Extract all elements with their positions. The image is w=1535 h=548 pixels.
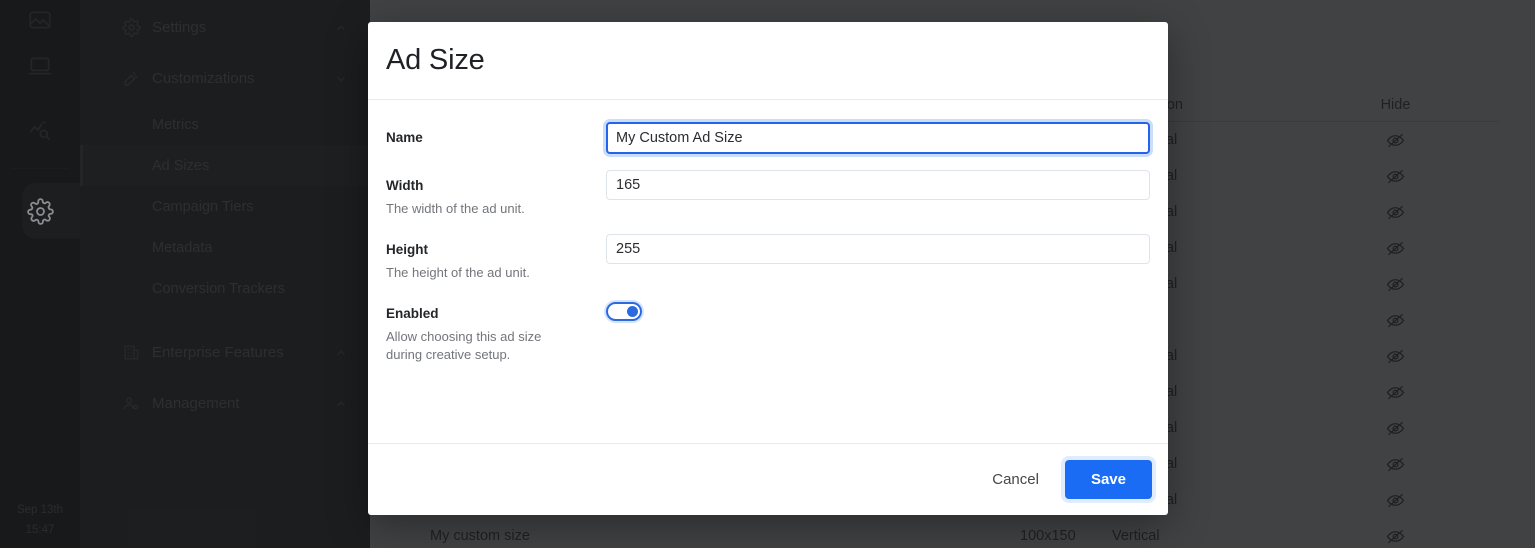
field-row-enabled: Enabled Allow choosing this ad size duri… (386, 298, 1150, 364)
toggle-knob (627, 306, 638, 317)
field-control-name (606, 122, 1150, 154)
label-help-text: The height of the ad unit. (386, 265, 530, 280)
label-text: Width (386, 178, 424, 193)
width-input[interactable] (606, 170, 1150, 200)
modal-title: Ad Size (386, 44, 485, 76)
label-text: Name (386, 130, 423, 145)
enabled-toggle[interactable] (606, 302, 642, 321)
field-label-name: Name (386, 122, 606, 147)
field-label-enabled: Enabled Allow choosing this ad size duri… (386, 298, 606, 364)
field-control-width (606, 170, 1150, 200)
save-button[interactable]: Save (1064, 460, 1152, 499)
height-input[interactable] (606, 234, 1150, 264)
label-text: Height (386, 242, 428, 257)
label-help-text: The width of the ad unit. (386, 201, 525, 216)
field-row-height: Height The height of the ad unit. (386, 234, 1150, 282)
cancel-button[interactable]: Cancel (976, 461, 1055, 498)
modal-header: Ad Size (368, 22, 1168, 100)
name-input[interactable] (606, 122, 1150, 154)
field-label-height: Height The height of the ad unit. (386, 234, 606, 282)
modal-body: Name Width The width of the ad unit. Hei… (368, 100, 1168, 443)
field-label-width: Width The width of the ad unit. (386, 170, 606, 218)
modal-footer: Cancel Save (368, 443, 1168, 515)
app-root: Sep 13th 15:47 Settings (0, 0, 1535, 548)
field-control-enabled (606, 298, 1150, 321)
label-help-text: Allow choosing this ad size during creat… (386, 329, 542, 362)
gear-icon (26, 197, 54, 225)
field-row-width: Width The width of the ad unit. (386, 170, 1150, 218)
field-row-name: Name (386, 122, 1150, 154)
ad-size-modal: Ad Size Name Width The width of the ad u… (368, 22, 1168, 515)
field-control-height (606, 234, 1150, 264)
label-text: Enabled (386, 306, 439, 321)
